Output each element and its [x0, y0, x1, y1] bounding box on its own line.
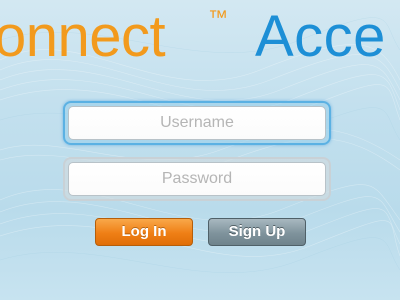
username-field-frame [63, 101, 331, 145]
login-button[interactable]: Log In [95, 218, 193, 246]
signup-button[interactable]: Sign Up [208, 218, 306, 246]
connect-access-logo: onnect ™ Acce [0, 0, 400, 80]
logo-connect-text: onnect [0, 4, 166, 69]
username-input[interactable] [68, 106, 326, 140]
logo-access-text: Acce [255, 4, 386, 69]
password-field-frame [63, 157, 331, 201]
logo-trademark: ™ [208, 7, 228, 29]
password-input[interactable] [68, 162, 326, 196]
